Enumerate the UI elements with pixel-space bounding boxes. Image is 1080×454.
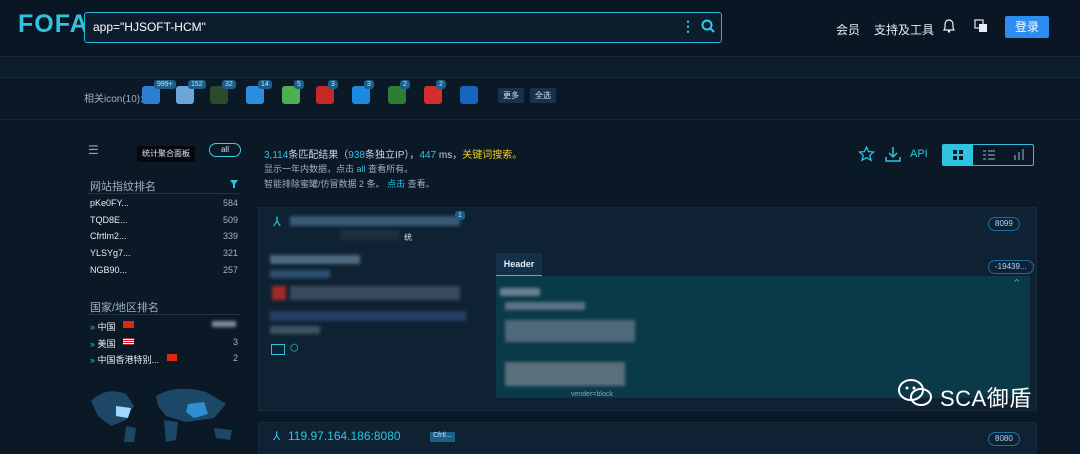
stats-honeypot-note: 智能排除蜜罐/仿冒数据 2 条。 点击 查看。 — [264, 179, 435, 189]
country-item-hongkong[interactable]: » 中国香港特别... — [90, 353, 159, 366]
collapse-icon[interactable]: ⌃ — [1012, 277, 1021, 290]
filter-icon[interactable] — [229, 179, 239, 189]
country-count: 3 — [232, 337, 238, 347]
result-tag[interactable]: Cfrtl... — [430, 432, 455, 442]
country-item-usa[interactable]: » 美国 — [90, 337, 116, 350]
list-view-icon[interactable] — [983, 150, 995, 160]
nav-member[interactable]: 会员 — [836, 21, 860, 38]
result-summary: 3,114条匹配结果（938条独立IP），447 ms，关键词搜索。 — [264, 150, 523, 161]
api-button[interactable]: API — [910, 148, 928, 160]
all-filter-button[interactable]: all — [209, 143, 241, 157]
nav-support-tools[interactable]: 支持及工具 — [874, 21, 934, 38]
blurred-header — [505, 320, 635, 342]
icon-count-badge: 3 — [328, 80, 338, 89]
related-icons-label: 相关icon(10): — [84, 94, 143, 105]
result-badge: 1 — [455, 211, 465, 220]
blurred-title — [340, 230, 400, 240]
blurred-ip — [290, 216, 460, 226]
section-divider — [0, 119, 1080, 120]
icon-count-badge: 152 — [188, 80, 206, 89]
grid-icon — [953, 150, 963, 160]
country-item-china[interactable]: » 中国 — [90, 320, 116, 333]
icon-count-badge: 14 — [258, 80, 272, 89]
filter-settings-icon[interactable]: ☰ — [88, 143, 99, 157]
fingerprint-count: 257 — [222, 265, 238, 275]
more-options-icon[interactable]: ⋮ — [681, 18, 695, 35]
result-title: 统 — [404, 233, 412, 242]
app-type-icon: ⅄ — [273, 429, 281, 443]
search-icon[interactable] — [701, 19, 715, 33]
icon-count-badge: 2 — [400, 80, 410, 89]
fingerprint-count: 509 — [222, 215, 238, 225]
fingerprint-count: 584 — [222, 198, 238, 208]
fingerprint-item[interactable]: pKe0FY... — [90, 198, 129, 208]
icon-count-badge: 5 — [294, 80, 304, 89]
show-all-link[interactable]: all — [357, 164, 366, 174]
login-button[interactable]: 登录 — [1005, 16, 1049, 38]
port-badge[interactable]: 8080 — [988, 432, 1020, 446]
blurred-field — [290, 286, 460, 300]
grid-view-button[interactable] — [943, 145, 973, 165]
sidebar-separator — [88, 314, 240, 315]
search-box[interactable]: app="HJSOFT-HCM" ⋮ — [84, 12, 722, 43]
port-badge[interactable]: 8099 — [988, 217, 1020, 231]
stats-panel-tooltip: 统计聚合面板 — [137, 146, 195, 162]
search-input[interactable]: app="HJSOFT-HCM" — [93, 20, 206, 34]
fingerprint-count: 339 — [222, 231, 238, 241]
cube-icon[interactable]: ⬡ — [290, 343, 299, 354]
icon-count-badge: 2 — [436, 80, 446, 89]
sidebar-separator — [88, 193, 240, 194]
fingerprint-item[interactable]: Cfrtlm2... — [90, 231, 127, 241]
blurred-field — [272, 286, 286, 300]
wechat-icon — [898, 379, 932, 406]
hongkong-flag-icon — [167, 354, 177, 361]
tag-badge[interactable]: -19439... — [988, 260, 1034, 274]
blurred-header — [505, 362, 625, 386]
blurred-field — [270, 255, 360, 264]
blurred-field — [270, 326, 320, 334]
result-ip-link[interactable]: 119.97.164.186:8080 — [288, 429, 401, 443]
fofa-logo[interactable]: FOFA — [18, 10, 89, 39]
usa-flag-icon — [123, 338, 134, 345]
translate-icon[interactable] — [974, 19, 988, 33]
app-type-icon: ⅄ — [273, 214, 281, 229]
blurred-field — [270, 270, 330, 278]
icon-count-badge: 3 — [364, 80, 374, 89]
view-toggle[interactable] — [942, 144, 1034, 166]
more-icons-button[interactable]: 更多 — [498, 88, 524, 103]
watermark-text: SCA御盾 — [940, 386, 1032, 411]
fingerprint-item[interactable]: NGB90... — [90, 265, 127, 275]
fingerprint-rank-title: 网站指纹排名 — [90, 181, 156, 193]
bell-icon[interactable] — [943, 19, 955, 33]
world-map[interactable] — [86, 376, 238, 442]
blurred-field — [270, 311, 466, 321]
related-app-icon[interactable] — [460, 86, 478, 104]
download-icon[interactable] — [885, 146, 901, 162]
star-icon[interactable] — [858, 146, 875, 162]
fingerprint-item[interactable]: YLSYg7... — [90, 248, 131, 258]
stats-year-note: 显示一年内数据，点击 all 查看所有。 — [264, 164, 414, 174]
view-excluded-link[interactable]: 点击 — [387, 179, 405, 189]
country-rank-title: 国家/地区排名 — [90, 302, 160, 314]
blurred-header — [505, 302, 585, 310]
filter-band — [0, 56, 1080, 78]
fingerprint-item[interactable]: TQD8E... — [90, 215, 128, 225]
fingerprint-count: 321 — [222, 248, 238, 258]
header-fragment: vender=block — [571, 391, 613, 398]
blurred-header — [500, 288, 540, 296]
icon-count-badge: 32 — [222, 80, 236, 89]
country-count: 2 — [232, 353, 238, 363]
china-flag-icon — [123, 321, 134, 328]
cert-icon[interactable] — [271, 344, 285, 355]
keyword-search-link[interactable]: 关键词搜索。 — [462, 150, 522, 161]
blurred-count — [212, 321, 236, 327]
icon-count-badge: 999+ — [154, 80, 176, 89]
header-tab[interactable]: Header — [496, 253, 542, 277]
select-all-icons-button[interactable]: 全选 — [530, 88, 556, 103]
chart-view-icon[interactable] — [1013, 149, 1025, 160]
